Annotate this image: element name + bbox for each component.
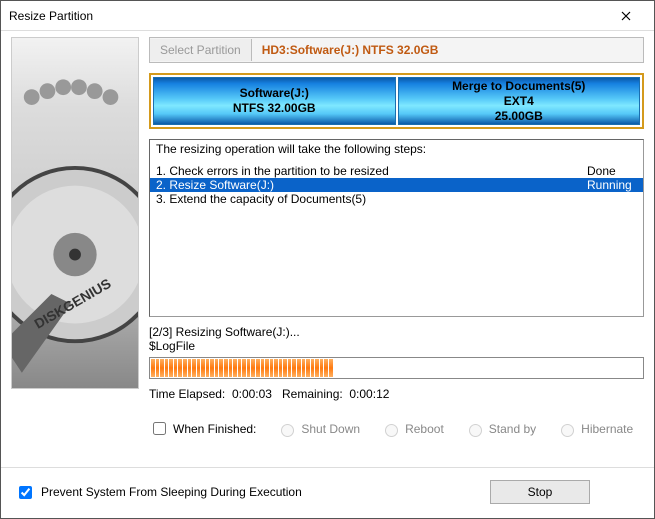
- steps-panel: The resizing operation will take the fol…: [149, 139, 644, 317]
- time-remaining-label: Remaining:: [282, 387, 343, 401]
- option-shutdown: Shut Down: [276, 421, 360, 437]
- when-finished-row: When Finished: Shut Down Reboot Stand by…: [149, 419, 644, 438]
- stop-button[interactable]: Stop: [490, 480, 590, 504]
- step-text: 1. Check errors in the partition to be r…: [156, 164, 587, 178]
- prevent-sleep-label: Prevent System From Sleeping During Exec…: [41, 485, 302, 499]
- prevent-sleep-option[interactable]: Prevent System From Sleeping During Exec…: [15, 483, 490, 502]
- radio-hibernate: [561, 424, 574, 437]
- step-text: 2. Resize Software(J:): [156, 178, 587, 192]
- prevent-sleep-checkbox[interactable]: [19, 486, 32, 499]
- step-status: [587, 192, 637, 206]
- bottom-bar: Prevent System From Sleeping During Exec…: [1, 467, 654, 518]
- radio-reboot: [385, 424, 398, 437]
- step-row[interactable]: 3. Extend the capacity of Documents(5): [156, 192, 637, 206]
- step-text: 3. Extend the capacity of Documents(5): [156, 192, 587, 206]
- option-hibernate: Hibernate: [556, 421, 633, 437]
- step-status: Running: [587, 178, 637, 192]
- when-finished-check[interactable]: [153, 422, 166, 435]
- steps-heading: The resizing operation will take the fol…: [150, 140, 643, 158]
- steps-list: 1. Check errors in the partition to be r…: [150, 164, 643, 206]
- step-row[interactable]: 2. Resize Software(J:)Running: [150, 178, 643, 192]
- resize-partition-dialog: Resize Partition DISKGENIUS S: [0, 0, 655, 519]
- status-operation: [2/3] Resizing Software(J:)...: [149, 325, 644, 339]
- partition-target-fs: EXT4: [504, 94, 534, 109]
- partition-target-size: 25.00GB: [495, 109, 543, 124]
- step-status: Done: [587, 164, 637, 178]
- time-remaining-value: 0:00:12: [349, 387, 389, 401]
- partition-target[interactable]: Merge to Documents(5) EXT4 25.00GB: [398, 77, 641, 125]
- tab-bar: Select Partition HD3:Software(J:) NTFS 3…: [149, 37, 644, 63]
- partition-layout: Software(J:) NTFS 32.00GB Merge to Docum…: [149, 73, 644, 129]
- partition-source-name: Software(J:): [240, 86, 309, 101]
- partition-target-name: Merge to Documents(5): [452, 79, 585, 94]
- partition-source-size: NTFS 32.00GB: [233, 101, 316, 116]
- radio-standby: [469, 424, 482, 437]
- when-finished-label: When Finished:: [173, 422, 256, 436]
- close-button[interactable]: [606, 2, 646, 30]
- option-standby: Stand by: [464, 421, 536, 437]
- time-info: Time Elapsed: 0:00:03 Remaining: 0:00:12: [149, 387, 644, 401]
- progress-bar: [149, 357, 644, 379]
- step-row[interactable]: 1. Check errors in the partition to be r…: [156, 164, 637, 178]
- partition-info: HD3:Software(J:) NTFS 32.0GB: [252, 39, 449, 61]
- when-finished-checkbox[interactable]: When Finished:: [149, 419, 256, 438]
- option-reboot: Reboot: [380, 421, 444, 437]
- window-title: Resize Partition: [9, 9, 606, 23]
- time-elapsed-label: Time Elapsed:: [149, 387, 225, 401]
- status-file: $LogFile: [149, 339, 644, 353]
- radio-shutdown: [281, 424, 294, 437]
- partition-source[interactable]: Software(J:) NTFS 32.00GB: [153, 77, 396, 125]
- brand-illustration: DISKGENIUS: [11, 37, 139, 389]
- time-elapsed-value: 0:00:03: [232, 387, 272, 401]
- titlebar: Resize Partition: [1, 1, 654, 31]
- select-partition-tab[interactable]: Select Partition: [150, 39, 252, 61]
